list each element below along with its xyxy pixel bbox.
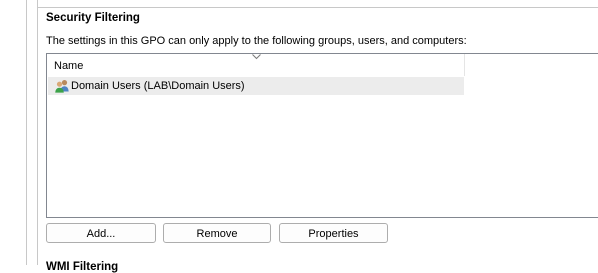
section-title: Security Filtering	[46, 12, 140, 24]
add-button[interactable]: Add...	[46, 223, 156, 243]
remove-button[interactable]: Remove	[163, 223, 271, 243]
security-filter-list[interactable]: Name Domain Users (LAB\Domain Users)	[46, 53, 598, 218]
properties-button[interactable]: Properties	[279, 223, 388, 243]
column-header-label: Name	[54, 60, 84, 72]
list-item[interactable]: Domain Users (LAB\Domain Users)	[48, 77, 464, 95]
user-group-icon	[55, 80, 69, 93]
list-item-label: Domain Users (LAB\Domain Users)	[71, 80, 245, 92]
pane-divider	[26, 0, 27, 265]
wmi-filtering-title: WMI Filtering	[46, 261, 119, 273]
section-description: The settings in this GPO can only apply …	[46, 35, 467, 47]
column-header-name[interactable]: Name	[47, 54, 465, 76]
sort-descending-icon	[252, 54, 261, 60]
security-filtering-section: Security Filtering The settings in this …	[38, 8, 598, 273]
